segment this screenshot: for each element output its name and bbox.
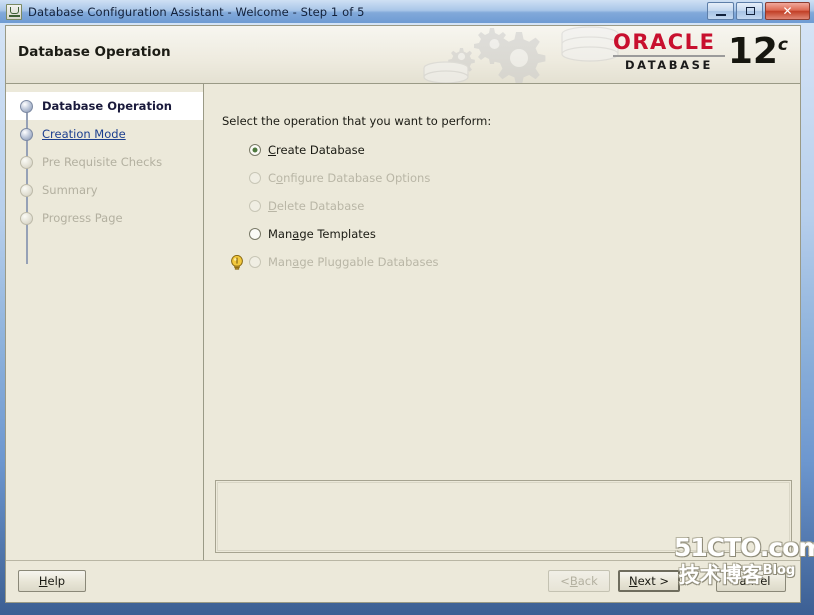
sidebar-step-progress-page: Progress Page <box>6 204 203 232</box>
radio-delete-database <box>249 200 261 212</box>
radio-row-configure-database-options: Configure Database Options <box>249 164 439 192</box>
radio-row-create-database[interactable]: Create Database <box>249 136 439 164</box>
wizard-sidebar: Database Operation Creation Mode Pre Req… <box>6 84 204 561</box>
radio-row-manage-pluggable-databases: Manage Pluggable Databases <box>231 248 439 276</box>
next-button[interactable]: Next > <box>618 570 680 592</box>
radio-configure-database-options <box>249 172 261 184</box>
radio-label-configure-database-options: Configure Database Options <box>268 171 431 185</box>
wizard-steps: Database Operation Creation Mode Pre Req… <box>6 92 203 264</box>
sidebar-step-label: Creation Mode <box>42 127 126 141</box>
sidebar-step-database-operation[interactable]: Database Operation <box>6 92 203 120</box>
message-panel <box>215 480 792 553</box>
version-number: 12 <box>727 31 778 72</box>
oracle-banner: Database Operation ORACLE DATABASE 12c <box>6 26 800 84</box>
radio-row-manage-templates[interactable]: Manage Templates <box>249 220 439 248</box>
radio-label-manage-templates: Manage Templates <box>268 227 376 241</box>
body-split: Database Operation Creation Mode Pre Req… <box>6 84 800 561</box>
lightbulb-tip-icon <box>231 255 243 270</box>
radio-label-manage-pluggable-databases: Manage Pluggable Databases <box>268 255 439 269</box>
java-coffee-cup-icon <box>6 3 22 20</box>
step-bullet-icon <box>20 127 33 141</box>
operation-radio-group: Create Database Configure Database Optio… <box>231 136 439 276</box>
step-bullet-icon <box>20 99 33 113</box>
sidebar-step-label: Database Operation <box>42 99 172 113</box>
step-bullet-icon <box>20 183 33 197</box>
radio-label-delete-database: Delete Database <box>268 199 365 213</box>
oracle-rule <box>613 55 725 57</box>
step-bullet-icon <box>20 211 33 225</box>
sidebar-step-summary: Summary <box>6 176 203 204</box>
close-button[interactable]: ✕ <box>765 2 810 20</box>
sidebar-step-label: Summary <box>42 183 98 197</box>
cancel-button[interactable]: Cancel <box>716 570 786 592</box>
maximize-button[interactable] <box>736 2 763 20</box>
back-button: < Back <box>548 570 610 592</box>
application-window: Database Configuration Assistant - Welco… <box>0 0 814 615</box>
oracle-logo: ORACLE DATABASE 12c <box>613 32 788 78</box>
window-title: Database Configuration Assistant - Welco… <box>28 4 365 19</box>
radio-manage-pluggable-databases <box>249 256 261 268</box>
sidebar-step-label: Progress Page <box>42 211 123 225</box>
sidebar-step-pre-requisite-checks: Pre Requisite Checks <box>6 148 203 176</box>
step-bullet-icon <box>20 155 33 169</box>
radio-manage-templates[interactable] <box>249 228 261 240</box>
sidebar-step-creation-mode[interactable]: Creation Mode <box>6 120 203 148</box>
operation-prompt: Select the operation that you want to pe… <box>222 114 492 128</box>
version-suffix: c <box>777 35 788 55</box>
oracle-database-label: DATABASE <box>624 58 713 72</box>
sidebar-step-label: Pre Requisite Checks <box>42 155 163 169</box>
client-area: Database Operation ORACLE DATABASE 12c D… <box>5 25 801 603</box>
title-bar: Database Configuration Assistant - Welco… <box>0 0 814 23</box>
minimize-button[interactable] <box>707 2 734 20</box>
page-title: Database Operation <box>18 44 171 60</box>
oracle-version: 12c <box>728 34 788 70</box>
window-controls: ✕ <box>707 2 810 20</box>
content-pane: Select the operation that you want to pe… <box>205 84 800 561</box>
radio-label-create-database: Create Database <box>268 143 365 157</box>
button-bar: Help < Back Next > Cancel <box>6 560 800 602</box>
message-panel-inner <box>217 482 790 551</box>
help-button[interactable]: Help <box>18 570 86 592</box>
radio-row-delete-database: Delete Database <box>249 192 439 220</box>
radio-create-database[interactable] <box>249 144 261 156</box>
